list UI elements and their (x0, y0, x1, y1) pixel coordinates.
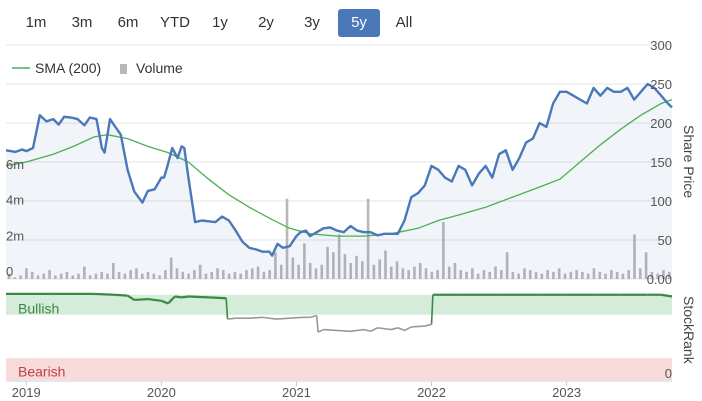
stockrank-segment (404, 326, 412, 332)
stockrank-segment (227, 317, 236, 320)
stockrank-segment (276, 317, 290, 320)
x-tick-label: 2023 (552, 385, 581, 400)
stockrank-segment (154, 298, 162, 302)
share-price-axis-label: Share Price (681, 125, 697, 198)
stockrank-axis-label: StockRank (681, 296, 697, 365)
stockrank-segment (377, 327, 392, 331)
stockrank-segment (174, 295, 182, 299)
stockrank-segment (181, 295, 189, 299)
stockrank-segment (336, 329, 351, 333)
x-tick-label: 2020 (147, 385, 176, 400)
stockrank-zero-tick: 0 (665, 366, 672, 381)
price-area-fill (6, 84, 672, 279)
stockrank-segment (134, 297, 148, 302)
bullish-label: Bullish (18, 301, 59, 317)
stockrank-segment (424, 323, 432, 327)
stockrank-segment (249, 316, 263, 320)
x-tick-label: 2022 (417, 385, 446, 400)
stockrank-segment (309, 314, 317, 319)
stockrank-segment (390, 327, 398, 331)
stockrank-segment (262, 316, 277, 320)
x-tick-label: 2021 (282, 385, 311, 400)
stockrank-segment (315, 315, 319, 333)
stockrank-segment (188, 295, 209, 299)
price-tick-label: 150 (650, 155, 672, 170)
stockrank-segment (147, 297, 155, 302)
volume-tick-label: 6m (6, 157, 24, 172)
volume-legend-swatch (120, 64, 127, 74)
stockrank-segment (370, 327, 378, 332)
stockrank-segment (411, 325, 425, 328)
sma-legend-label[interactable]: SMA (200) (35, 60, 101, 76)
stockrank-segment (397, 327, 405, 332)
volume-tick-label: 2m (6, 228, 24, 243)
stockrank-segment (317, 328, 324, 333)
price-tick-label: 100 (650, 194, 672, 209)
stockrank-segment (363, 328, 371, 333)
price-tick-label: 200 (650, 116, 672, 131)
stockrank-segment (114, 293, 128, 297)
stockrank-segment (289, 316, 304, 320)
price-tick-label: 0.00 (647, 272, 672, 287)
stockrank-segment (350, 328, 365, 333)
volume-tick-label: 4m (6, 193, 24, 208)
stock-chart: 0.00 50 100 150 200 250 300 0 2m 4m 6m Share Pric… (5, 38, 697, 400)
bearish-zone (6, 358, 672, 380)
price-tick-label: 250 (650, 77, 672, 92)
x-tick-label: 2019 (12, 385, 41, 400)
stockrank-segment (208, 296, 227, 300)
bearish-label: Bearish (18, 363, 65, 379)
x-axis-ticks: 2019 2020 2021 2022 2023 (6, 380, 672, 400)
volume-legend-label[interactable]: Volume (136, 60, 183, 76)
stockrank-segment (93, 292, 115, 296)
stockrank-segment (323, 328, 338, 332)
volume-tick-label: 0 (6, 264, 13, 279)
price-tick-label: 50 (658, 233, 672, 248)
stockrank-panel: Bullish Bearish 0 StockRank (6, 292, 697, 381)
price-tick-label: 300 (650, 38, 672, 53)
legend: SMA (200) Volume (12, 60, 183, 76)
bullish-zone (6, 294, 672, 315)
